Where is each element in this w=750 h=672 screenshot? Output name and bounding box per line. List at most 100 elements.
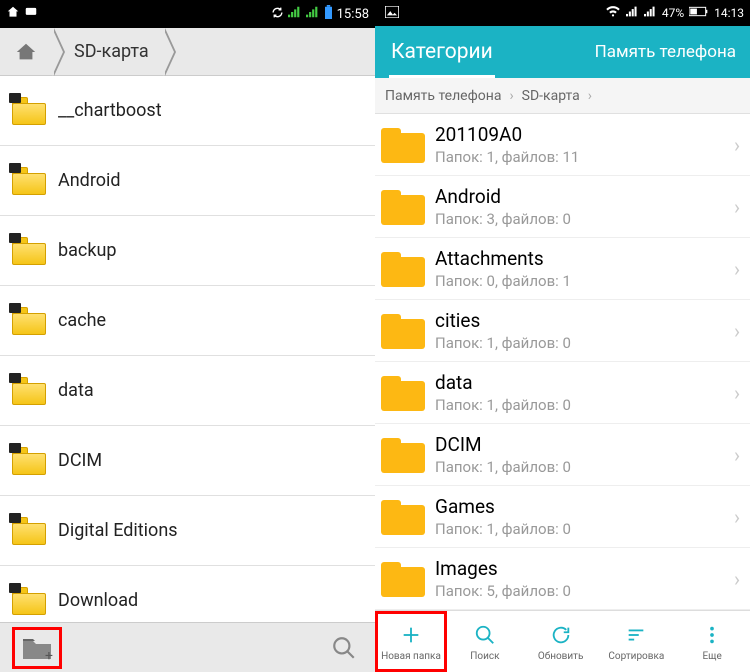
folder-row[interactable]: Games Папок: 1, файлов: 0 › <box>375 486 750 548</box>
status-time: 14:13 <box>714 6 744 20</box>
folder-icon <box>381 313 425 349</box>
folder-icon <box>12 447 46 475</box>
folder-icon <box>381 127 425 163</box>
folder-name: Android <box>435 185 724 208</box>
folder-row[interactable]: data <box>0 356 375 426</box>
folder-name: Images <box>435 557 724 580</box>
folder-row[interactable]: 201109A0 Папок: 1, файлов: 11 › <box>375 114 750 176</box>
search-button[interactable] <box>325 629 363 667</box>
folder-icon <box>381 189 425 225</box>
new-folder-button[interactable]: Новая папка <box>375 611 447 672</box>
folder-icon <box>381 499 425 535</box>
signal-icon-2 <box>306 6 320 22</box>
folder-subtitle: Папок: 0, файлов: 1 <box>435 272 724 290</box>
chevron-right-icon: › <box>734 257 740 281</box>
chevron-right-icon: › <box>734 567 740 591</box>
search-icon <box>474 622 496 648</box>
folder-icon <box>12 377 46 405</box>
message-icon <box>24 5 38 23</box>
folder-subtitle: Папок: 1, файлов: 0 <box>435 396 724 414</box>
folder-row[interactable]: Android Папок: 3, файлов: 0 › <box>375 176 750 238</box>
folder-row[interactable]: data Папок: 1, файлов: 0 › <box>375 362 750 424</box>
bottom-toolbar: + <box>0 622 375 672</box>
folder-row[interactable]: cities Папок: 1, файлов: 0 › <box>375 300 750 362</box>
svg-text:+: + <box>45 648 53 661</box>
bottom-toolbar: Новая папка Поиск Обновить Сортировка Ещ… <box>375 610 750 672</box>
status-bar: 47% 14:13 <box>375 0 750 26</box>
breadcrumb-home[interactable] <box>0 28 52 75</box>
folder-subtitle: Папок: 3, файлов: 0 <box>435 210 724 228</box>
folder-name: Download <box>58 590 138 611</box>
folder-icon <box>12 587 46 615</box>
status-bar: 15:58 <box>0 0 375 28</box>
more-button[interactable]: Еще <box>674 611 750 672</box>
folder-row[interactable]: Attachments Папок: 0, файлов: 1 › <box>375 238 750 300</box>
wifi-icon <box>605 6 621 21</box>
new-folder-button[interactable]: + <box>12 627 62 669</box>
signal-icon <box>626 6 639 20</box>
folder-icon <box>381 437 425 473</box>
tab-phone-storage[interactable]: Память телефона <box>579 26 750 78</box>
folder-name: Digital Editions <box>58 520 178 541</box>
folder-row[interactable]: backup <box>0 216 375 286</box>
breadcrumb: Память телефона › SD-карта › <box>375 78 750 114</box>
folder-row[interactable]: Images Папок: 5, файлов: 0 › <box>375 548 750 610</box>
folder-row[interactable]: Android <box>0 146 375 216</box>
chevron-right-icon: › <box>734 505 740 529</box>
folder-row[interactable]: DCIM <box>0 426 375 496</box>
battery-icon <box>689 6 709 20</box>
folder-name: cities <box>435 309 724 332</box>
folder-name: __chartboost <box>58 100 162 121</box>
chevron-right-icon: › <box>588 88 592 104</box>
folder-row[interactable]: __chartboost <box>0 76 375 146</box>
battery-icon <box>324 5 333 23</box>
phone-right: 47% 14:13 Категории Память телефона Памя… <box>375 0 750 672</box>
folder-name: DCIM <box>435 433 724 456</box>
search-button[interactable]: Поиск <box>447 611 523 672</box>
folder-subtitle: Папок: 1, файлов: 0 <box>435 334 724 352</box>
home-indicator-icon <box>6 5 20 23</box>
chevron-right-icon: › <box>734 443 740 467</box>
breadcrumb: SD-карта <box>0 28 375 76</box>
folder-name: data <box>58 380 94 401</box>
folder-subtitle: Папок: 1, файлов: 11 <box>435 148 724 166</box>
folder-subtitle: Папок: 1, файлов: 0 <box>435 520 724 538</box>
folder-icon <box>12 167 46 195</box>
sort-icon <box>625 622 647 648</box>
folder-row[interactable]: cache <box>0 286 375 356</box>
folder-row[interactable]: DCIM Папок: 1, файлов: 0 › <box>375 424 750 486</box>
folder-name: data <box>435 371 724 394</box>
breadcrumb-label: SD-карта <box>74 41 149 62</box>
picture-icon <box>385 6 399 21</box>
breadcrumb-seg1[interactable]: Память телефона <box>385 88 501 104</box>
breadcrumb-segment[interactable]: SD-карта <box>52 28 163 75</box>
header-tabs: Категории Память телефона <box>375 26 750 78</box>
folder-name: Android <box>58 170 121 191</box>
folder-subtitle: Папок: 1, файлов: 0 <box>435 458 724 476</box>
chevron-right-icon: › <box>509 88 513 104</box>
folder-name: DCIM <box>58 450 102 471</box>
tab-categories[interactable]: Категории <box>375 26 509 78</box>
refresh-button[interactable]: Обновить <box>523 611 599 672</box>
chevron-right-icon: › <box>734 319 740 343</box>
folder-icon <box>12 517 46 545</box>
status-time: 15:58 <box>337 7 369 22</box>
signal-icon <box>288 6 302 22</box>
folder-icon <box>381 561 425 597</box>
more-vertical-icon <box>701 622 723 648</box>
breadcrumb-seg2[interactable]: SD-карта <box>522 88 580 104</box>
folder-name: backup <box>58 240 116 261</box>
folder-name: Attachments <box>435 247 724 270</box>
sort-button[interactable]: Сортировка <box>599 611 675 672</box>
phone-left: 15:58 SD-карта __chartboost Android back… <box>0 0 375 672</box>
signal-icon-2 <box>644 6 657 20</box>
battery-percent: 47% <box>662 6 684 20</box>
folder-icon <box>12 307 46 335</box>
plus-icon <box>400 622 422 648</box>
folder-icon <box>381 375 425 411</box>
sync-icon <box>271 6 284 23</box>
refresh-icon <box>550 622 572 648</box>
folder-row[interactable]: Digital Editions <box>0 496 375 566</box>
chevron-right-icon: › <box>734 133 740 157</box>
folder-icon <box>381 251 425 287</box>
